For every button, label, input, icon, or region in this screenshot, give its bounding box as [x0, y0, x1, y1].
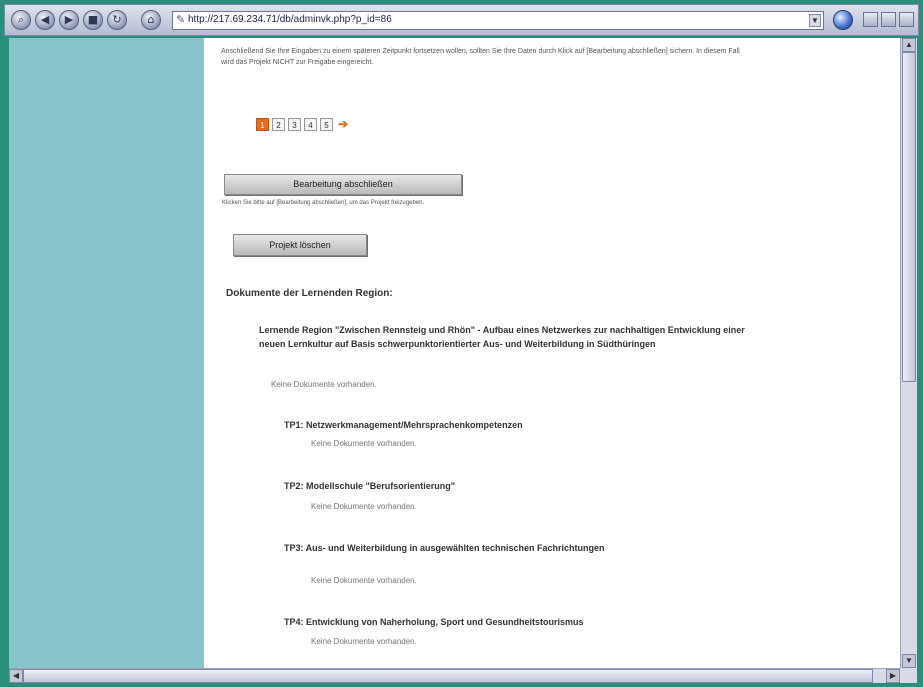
stop-button[interactable]: ■ — [83, 10, 103, 30]
arrow-right-icon: ▶ — [64, 13, 74, 26]
magnifier-icon: ⌕ — [17, 13, 25, 26]
subproject-title: TP1: Netzwerkmanagement/Mehrsprachenkomp… — [284, 420, 523, 430]
back-button[interactable]: ◀ — [35, 10, 55, 30]
page-content: Anschließend Sie Ihre Eingaben zu einem … — [204, 38, 900, 668]
vertical-scroll-thumb[interactable] — [902, 52, 916, 382]
project-title: Lernende Region "Zwischen Rennsteig und … — [259, 325, 745, 349]
forward-button[interactable]: ▶ — [59, 10, 79, 30]
page-link-3[interactable]: 3 — [288, 118, 301, 131]
page-link-2[interactable]: 2 — [272, 118, 285, 131]
stop-icon: ■ — [87, 13, 99, 26]
scroll-right-icon[interactable]: ▶ — [886, 669, 900, 683]
delete-project-button[interactable]: Projekt löschen — [233, 234, 367, 256]
subproject-title: TP3: Aus- und Weiterbildung in ausgewähl… — [284, 543, 605, 553]
search-button[interactable]: ⌕ — [11, 10, 31, 30]
subproject-title: TP4: Entwicklung von Naherholung, Sport … — [284, 617, 584, 627]
subproject-status: Keine Dokumente vorhanden. — [311, 439, 417, 448]
page-icon: ✎ — [176, 13, 186, 26]
vertical-scrollbar[interactable]: ▲ ▼ — [900, 38, 917, 668]
subproject-status: Keine Dokumente vorhanden. — [311, 576, 417, 585]
page-link-5[interactable]: 5 — [320, 118, 333, 131]
home-button[interactable]: ⌂ — [141, 10, 161, 30]
chevron-down-icon[interactable]: ▼ — [809, 14, 821, 27]
subproject-title: TP2: Modellschule "Berufsorientierung" — [284, 481, 456, 491]
horizontal-scroll-thumb[interactable] — [23, 669, 873, 683]
finish-editing-button[interactable]: Bearbeitung abschließen — [224, 174, 462, 195]
scroll-down-icon[interactable]: ▼ — [902, 654, 916, 668]
page-link-1[interactable]: 1 — [256, 118, 269, 131]
minimize-button[interactable] — [863, 12, 878, 27]
reload-icon: ↻ — [112, 13, 122, 26]
horizontal-scrollbar[interactable]: ◀ ▶ — [9, 668, 900, 683]
close-button[interactable] — [899, 12, 914, 27]
scrollbar-corner — [900, 668, 917, 683]
browser-toolbar: ⌕ ◀ ▶ ■ ↻ ⌂ ✎ http://217.69.234.71/db/ad… — [4, 4, 919, 36]
pagination: 1 2 3 4 5 ➔ — [256, 118, 348, 133]
address-text: http://217.69.234.71/db/adminvk.php?p_id… — [188, 14, 392, 25]
address-bar[interactable]: ✎ http://217.69.234.71/db/adminvk.php?p_… — [172, 11, 824, 30]
globe-icon[interactable] — [833, 10, 853, 30]
finish-hint: Klicken Sie bitte auf [Bearbeitung absch… — [222, 200, 425, 206]
subproject-status: Keine Dokumente vorhanden. — [311, 637, 417, 646]
project-no-documents: Keine Dokumente vorhanden. — [271, 380, 377, 389]
next-arrow-icon[interactable]: ➔ — [338, 118, 348, 131]
subproject-status: Keine Dokumente vorhanden. — [311, 502, 417, 511]
scroll-up-icon[interactable]: ▲ — [902, 38, 916, 52]
page-link-4[interactable]: 4 — [304, 118, 317, 131]
maximize-button[interactable] — [881, 12, 896, 27]
scroll-left-icon[interactable]: ◀ — [9, 669, 23, 683]
save-notice: Anschließend Sie Ihre Eingaben zu einem … — [221, 48, 740, 66]
browser-window: ⌕ ◀ ▶ ■ ↻ ⌂ ✎ http://217.69.234.71/db/ad… — [0, 0, 923, 687]
reload-button[interactable]: ↻ — [107, 10, 127, 30]
left-navigation-panel — [9, 38, 204, 668]
home-icon: ⌂ — [147, 13, 155, 26]
documents-heading: Dokumente der Lernenden Region: — [226, 288, 393, 299]
arrow-left-icon: ◀ — [40, 13, 50, 26]
